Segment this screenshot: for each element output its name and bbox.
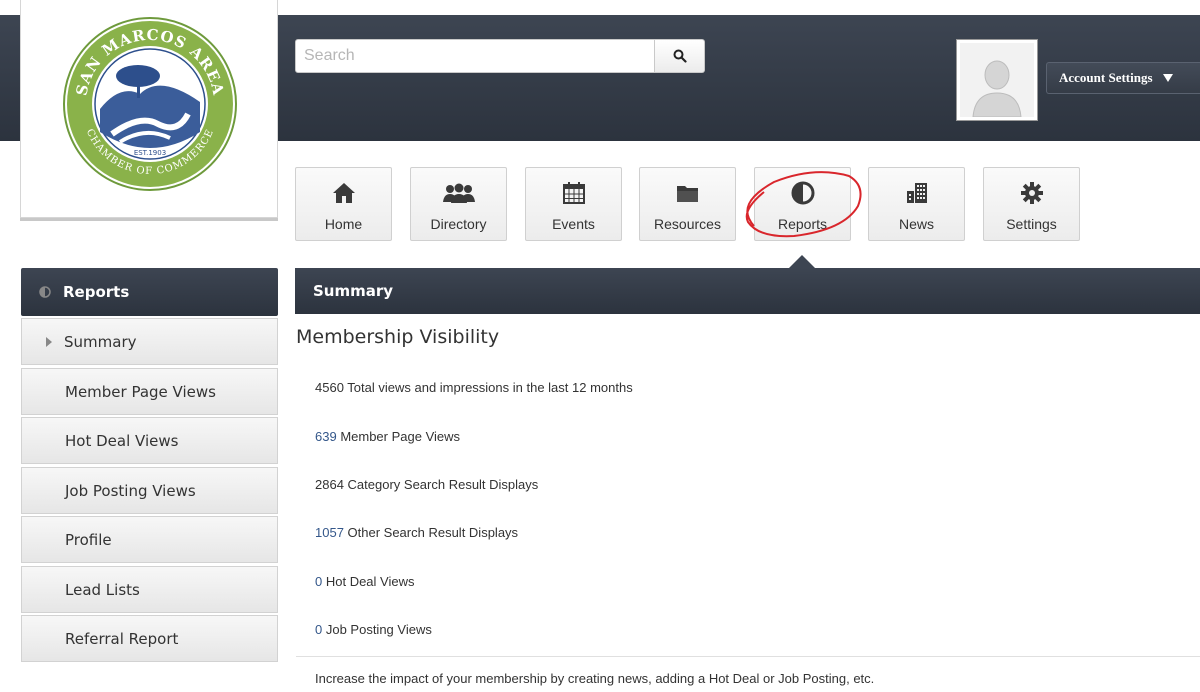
search-button[interactable] [655, 39, 705, 73]
stat-total-views: 4560 Total views and impressions in the … [315, 380, 633, 395]
stat-category-search-displays: 2864 Category Search Result Displays [315, 477, 538, 492]
gear-icon [1020, 182, 1043, 204]
sidebar-item-member-page-views[interactable]: Member Page Views [21, 368, 278, 415]
search-icon [673, 49, 687, 63]
stat-label: Category Search Result Displays [343, 477, 539, 492]
nav-tile-reports[interactable]: Reports [754, 167, 851, 241]
stat-label: Other Search Result Displays [343, 525, 519, 540]
pie-chart-icon [791, 181, 814, 205]
nav-tile-settings[interactable]: Settings [983, 167, 1080, 241]
nav-tile-label: Resources [654, 216, 721, 232]
account-settings-label: Account Settings [1059, 70, 1153, 85]
stat-label: Hot Deal Views [322, 574, 415, 589]
main-section-title: Summary [313, 282, 394, 300]
nav-tile-label: Reports [777, 216, 828, 232]
nav-tile-label: Home [324, 216, 363, 232]
search-input[interactable] [295, 39, 655, 73]
stat-hot-deal-views: 0 Hot Deal Views [315, 574, 414, 589]
sidebar-item-label: Summary [64, 332, 137, 351]
stat-value-link[interactable]: 1057 [315, 525, 344, 540]
stat-label: Member Page Views [336, 429, 461, 444]
account-settings-button[interactable]: Account Settings [1046, 62, 1200, 94]
sidebar-header-label: Reports [63, 283, 130, 301]
sidebar-item-hot-deal-views[interactable]: Hot Deal Views [21, 417, 278, 464]
stat-other-search-displays: 1057 Other Search Result Displays [315, 525, 518, 540]
chamber-logo[interactable]: SAN MARCOS AREA CHAMBER OF COMMERCE EST.… [20, 0, 278, 218]
sidebar-item-label: Lead Lists [65, 580, 140, 599]
folder-icon [676, 186, 698, 202]
search-bar [295, 39, 705, 73]
calendar-icon [562, 182, 585, 204]
stat-job-posting-views: 0 Job Posting Views [315, 622, 432, 637]
stat-value: 4560 [315, 380, 344, 395]
sidebar-item-label: Hot Deal Views [65, 431, 179, 450]
sidebar-item-label: Job Posting Views [65, 481, 196, 500]
user-avatar[interactable] [956, 39, 1038, 121]
stat-member-page-views: 639 Member Page Views [315, 429, 460, 444]
nav-tile-label: Directory [430, 216, 487, 232]
nav-tile-label: News [898, 216, 934, 232]
stat-value-link[interactable]: 639 [315, 429, 337, 444]
stat-label: Total views and impressions in the last … [343, 380, 633, 395]
membership-tip: Increase the impact of your membership b… [315, 671, 875, 686]
content-divider [296, 656, 1200, 657]
chamber-logo-emblem: SAN MARCOS AREA CHAMBER OF COMMERCE EST.… [63, 17, 237, 191]
caret-right-icon [46, 336, 52, 347]
caret-down-icon [1162, 74, 1173, 82]
page-title: Membership Visibility [296, 326, 500, 348]
nav-tile-home[interactable]: Home [295, 167, 392, 241]
user-silhouette-icon [972, 60, 1022, 117]
sidebar-item-label: Member Page Views [65, 382, 216, 401]
stat-label: Job Posting Views [322, 622, 432, 637]
sidebar-item-summary[interactable]: Summary [21, 318, 278, 365]
nav-tile-news[interactable]: News [868, 167, 965, 241]
sidebar-item-lead-lists[interactable]: Lead Lists [21, 566, 278, 613]
sidebar-header-reports: Reports [21, 268, 278, 316]
sidebar-item-label: Profile [65, 530, 112, 549]
svg-text:EST.1903: EST.1903 [134, 149, 166, 157]
pie-chart-icon [39, 286, 51, 298]
nav-tile-label: Settings [1006, 216, 1057, 232]
nav-tile-events[interactable]: Events [525, 167, 622, 241]
nav-tile-resources[interactable]: Resources [639, 167, 736, 241]
nav-tile-label: Events [552, 216, 595, 232]
home-icon [332, 183, 355, 203]
users-icon [442, 183, 475, 203]
sidebar-item-profile[interactable]: Profile [21, 516, 278, 563]
nav-tile-directory[interactable]: Directory [410, 167, 507, 241]
active-tab-pointer [789, 255, 815, 268]
main-section-bar: Summary [295, 268, 1200, 314]
sidebar-item-referral-report[interactable]: Referral Report [21, 615, 278, 662]
sidebar-item-job-posting-views[interactable]: Job Posting Views [21, 467, 278, 514]
stat-value: 2864 [315, 477, 344, 492]
building-icon [906, 183, 927, 203]
sidebar-item-label: Referral Report [65, 629, 179, 648]
